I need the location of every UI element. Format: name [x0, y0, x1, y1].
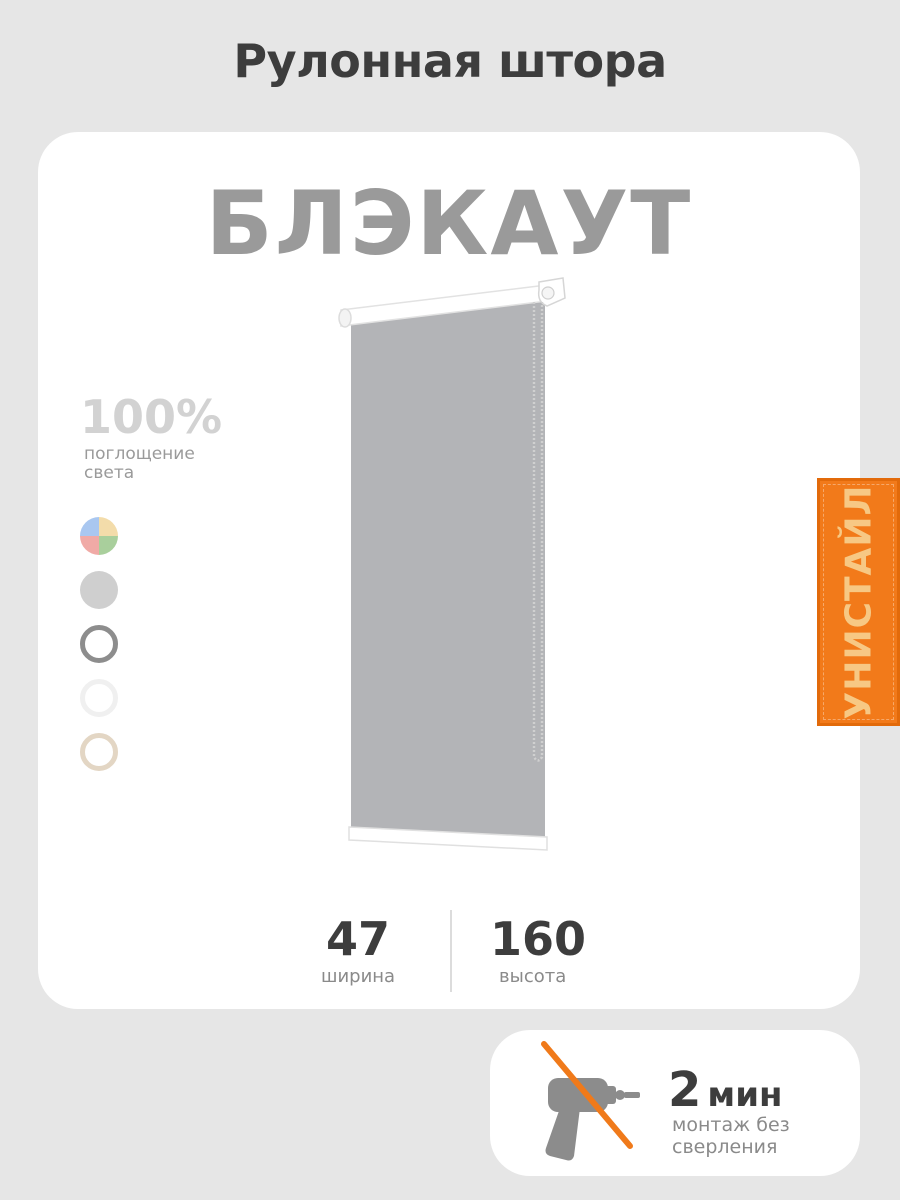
absorption-value: 100% [80, 390, 223, 444]
width-value: 47 [326, 912, 391, 966]
product-name: БЛЭКАУТ [205, 172, 693, 275]
page-title: Рулонная штора [233, 34, 667, 88]
install-note: монтаж без сверления [672, 1114, 790, 1158]
height-label: высота [499, 966, 567, 987]
blind-fabric [351, 294, 545, 842]
multicolor-swatch-icon [80, 517, 118, 555]
color-swatch-graphite[interactable] [80, 625, 118, 663]
height-value: 160 [490, 912, 587, 966]
width-label: ширина [321, 966, 396, 987]
install-time-value: 2 [668, 1062, 702, 1118]
color-swatch-multicolor[interactable] [80, 517, 118, 555]
color-swatch-gray[interactable] [80, 571, 118, 609]
color-swatch-beige[interactable] [80, 733, 118, 771]
install-time: 2 мин [668, 1062, 783, 1118]
absorption-label: поглощение света [84, 444, 195, 483]
product-card: БЛЭКАУТ 100% поглощение света 47 ширина … [38, 132, 860, 1009]
color-swatch-white[interactable] [80, 679, 118, 717]
brand-name: УНИСТАЙЛ [838, 484, 879, 720]
brand-tag: УНИСТАЙЛ [817, 478, 900, 726]
install-card: 2 мин монтаж без сверления [490, 1030, 860, 1176]
roller-blind-illustration [338, 277, 566, 851]
install-time-unit: мин [707, 1075, 783, 1115]
dimension-divider [450, 910, 452, 992]
no-drill-icon [541, 1041, 640, 1161]
